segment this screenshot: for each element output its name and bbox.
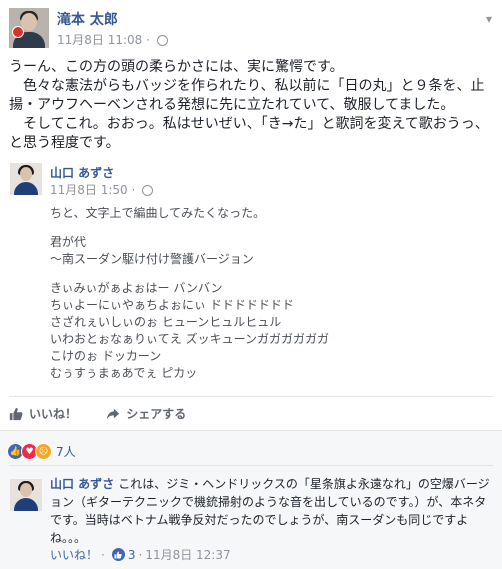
post-text-line: 色々な憲法がらもバッジを作られたり、私以前に「日の丸」と９条を、止揚・アウフヘー… [9, 78, 485, 113]
share-arrow-icon [107, 408, 120, 419]
post-author-name[interactable]: 滝本 太郎 [57, 9, 118, 29]
divider [9, 465, 493, 466]
share-button[interactable]: シェアする [106, 405, 186, 422]
shared-timestamp[interactable]: 11月8日 1:50 [50, 183, 128, 197]
shared-post-body: ちと、文字上で編曲してみたくなった。 君が代 〜南スーダン駆け付け警護バージョン… [50, 205, 329, 394]
globe-icon [142, 185, 154, 196]
commenter-avatar[interactable] [10, 479, 42, 511]
comment-timestamp[interactable]: 11月8日 12:37 [145, 546, 230, 563]
lyric-line: こけのぉ ドッカーン [50, 349, 162, 363]
comment-like-count[interactable]: 3 [128, 548, 136, 562]
shared-meta: 11月8日 1:50 · [50, 181, 154, 198]
reaction-count[interactable]: 7人 [56, 443, 76, 460]
lyric-line: いわおとぉなぁりぃてえ ズッキューンガガガガガガ [50, 332, 329, 346]
share-label: シェアする [126, 407, 187, 421]
shared-intro: ちと、文字上で編曲してみたくなった。 [50, 206, 266, 220]
comment-like-link[interactable]: いいね！ [50, 546, 98, 563]
post-actions: いいね！ シェアする [9, 405, 211, 424]
comment-body: これは、ジミ・ヘンドリックスの「星条旗よ永遠なれ」の空爆バージョン（ギターテクニ… [50, 477, 490, 545]
like-label: いいね！ [29, 407, 78, 421]
globe-icon [156, 35, 168, 46]
comment-text: 山口 あずさ これは、ジミ・ヘンドリックスの「星条旗よ永遠なれ」の空爆バージョン（… [50, 475, 490, 547]
reactions-and-comments: 👍 ♥ ☹ 7人 山口 あずさ これは、ジミ・ヘンドリックスの「星条旗よ永遠なれ」… [0, 430, 502, 569]
song-title-line: 〜南スーダン駆け付け警護バージョン [50, 252, 254, 266]
post-meta: 11月8日 11:08 · [57, 31, 168, 48]
lyric-line: むぅすぅまぁあでぇ ピカッ [50, 366, 198, 380]
facebook-post: 滝本 太郎 11月8日 11:08 · ▾ うーん、この方の頭の柔らかさには、実… [0, 0, 502, 569]
comment-footer: いいね！ · 3 · 11月8日 12:37 [50, 546, 231, 563]
chevron-down-icon[interactable]: ▾ [486, 12, 492, 26]
lyric-line: さざれぇいしぃのぉ ヒューンヒュルヒュル [50, 315, 282, 329]
angry-reaction-icon: ☹ [35, 443, 52, 460]
lyric-line: ちぃよーにぃやぁちよぉにぃ ドドドドドドド [50, 298, 294, 312]
reaction-summary[interactable]: 👍 ♥ ☹ 7人 [7, 443, 76, 460]
post-timestamp[interactable]: 11月8日 11:08 [57, 33, 142, 47]
author-avatar[interactable] [9, 8, 49, 48]
post-text-line: うーん、この方の頭の柔らかさには、実に驚愕です。 [9, 59, 344, 75]
song-title-line: 君が代 [50, 235, 87, 249]
badge-icon [12, 26, 24, 38]
commenter-name[interactable]: 山口 あずさ [50, 477, 114, 491]
lyric-line: きぃみぃがぁよぉはー バンバン [50, 281, 223, 295]
shared-author-name[interactable]: 山口 あずさ [50, 164, 114, 181]
post-text-line: そしてこれ。おおっ。私はせいぜい、「き→た」と歌詞を変えて歌おうっ、と思う程度で… [9, 116, 489, 151]
shared-author-avatar[interactable] [10, 163, 42, 195]
thumbs-up-icon [111, 548, 125, 561]
divider [9, 396, 493, 397]
thumbs-up-icon [9, 407, 23, 420]
post-text: うーん、この方の頭の柔らかさには、実に驚愕です。 色々な憲法がらもバッジを作られ… [9, 58, 497, 153]
like-button[interactable]: いいね！ [9, 405, 77, 422]
